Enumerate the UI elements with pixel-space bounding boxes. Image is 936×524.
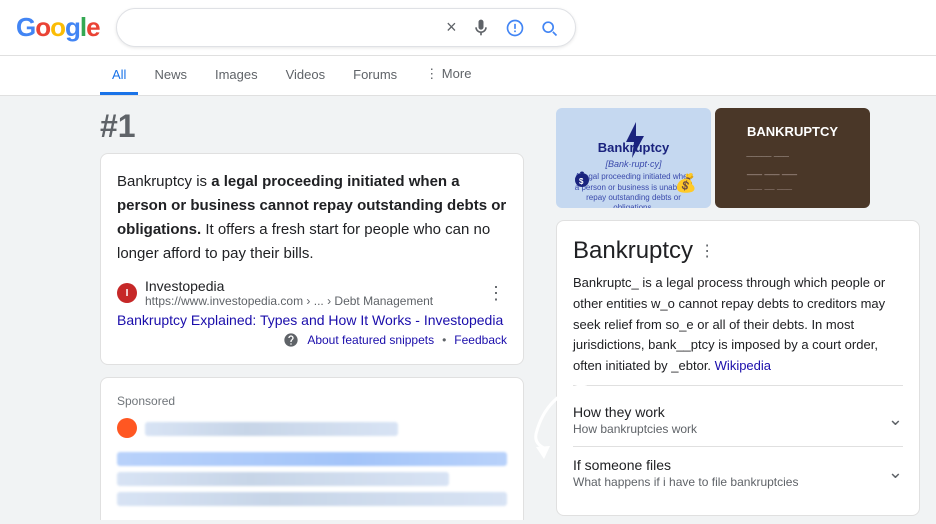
source-url: https://www.investopedia.com › ... › Deb… [145, 294, 433, 308]
nav-tabs: All News Images Videos Forums ⋮ More [0, 56, 936, 96]
kp-faq-item-2[interactable]: If someone files What happens if i have … [573, 447, 903, 499]
kp-more-button[interactable]: ⋮ [699, 241, 715, 261]
kp-title: Bankruptcy [573, 237, 693, 265]
help-icon [283, 332, 299, 348]
kp-faq-2-answer: What happens if i have to file bankruptc… [573, 475, 798, 489]
kp-description: Bankruptc_ is a legal process through wh… [573, 273, 903, 377]
kp-images: $ 💰 Bankruptcy [Bank·rupt·cy] A legal pr… [556, 108, 920, 208]
kp-faq-2-content: If someone files What happens if i have … [573, 457, 798, 489]
wikipedia-link[interactable]: Wikipedia [715, 358, 771, 373]
tab-all[interactable]: All [100, 56, 138, 95]
clear-button[interactable]: × [444, 15, 459, 40]
tab-news[interactable]: News [142, 56, 199, 95]
google-logo: Google [16, 12, 100, 43]
kp-faq-2-question: If someone files [573, 457, 798, 473]
main-layout: #1 Bankruptcy is a legal proceeding init… [0, 96, 936, 520]
kp-divider [573, 385, 903, 386]
kp-image-right-title: BANKRUPTCY [747, 123, 838, 141]
source-name: Investopedia [145, 278, 433, 294]
sponsored-section: Sponsored Sponsored [100, 377, 524, 520]
sponsored-line-1a [145, 422, 398, 436]
header: Google bankrupcy × [0, 0, 936, 56]
money-icon: $ [570, 165, 594, 189]
microphone-icon [471, 18, 491, 38]
right-column: $ 💰 Bankruptcy [Bank·rupt·cy] A legal pr… [540, 96, 936, 520]
source-more-button[interactable]: ⋮ [485, 281, 507, 306]
tab-images[interactable]: Images [203, 56, 270, 95]
snippet-footer: About featured snippets • Feedback [117, 332, 507, 348]
chevron-down-icon-1: ⌄ [888, 409, 903, 430]
kp-faq-item-1[interactable]: How they work How bankruptcies work ⌄ [573, 394, 903, 447]
sponsored-label-1: Sponsored [117, 394, 507, 408]
kp-faq-1-question: How they work [573, 404, 697, 420]
search-icons: × [444, 15, 561, 40]
tab-forums[interactable]: Forums [341, 56, 409, 95]
chevron-down-icon-2: ⌄ [888, 462, 903, 483]
footer-dot: • [442, 333, 446, 347]
tab-videos[interactable]: Videos [274, 56, 338, 95]
sponsored-line-1c [117, 492, 507, 506]
source-row: I Investopedia https://www.investopedia.… [117, 278, 507, 308]
rank-badge: #1 [100, 108, 524, 145]
sponsored-link-1[interactable] [117, 452, 507, 466]
investopedia-favicon: I [117, 283, 137, 303]
svg-text:$: $ [579, 177, 584, 186]
sponsored-item-1: Sponsored [117, 394, 507, 506]
tab-more[interactable]: ⋮ More [413, 56, 483, 95]
search-icon [539, 18, 559, 38]
kp-image-left: $ 💰 Bankruptcy [Bank·rupt·cy] A legal pr… [556, 108, 711, 208]
kp-faq-1-answer: How bankruptcies work [573, 422, 697, 436]
source-info: Investopedia https://www.investopedia.co… [145, 278, 433, 308]
left-column: #1 Bankruptcy is a legal proceeding init… [0, 96, 540, 520]
search-bar: bankrupcy × [116, 8, 576, 47]
search-button[interactable] [537, 16, 561, 40]
featured-snippet: Bankruptcy is a legal proceeding initiat… [100, 153, 524, 365]
kp-faq-1-content: How they work How bankruptcies work [573, 404, 697, 436]
sponsored-favicon-1 [117, 418, 137, 438]
lens-button[interactable] [503, 16, 527, 40]
sponsored-line-1b [117, 472, 449, 486]
lightning-icon [620, 122, 648, 158]
about-snippets-link[interactable]: About featured snippets [307, 333, 434, 347]
voice-search-button[interactable] [469, 16, 493, 40]
kp-image-right: BANKRUPTCY _____ ___ ___ ___ ___ ___ __ … [715, 108, 870, 208]
kp-title-row: Bankruptcy ⋮ [573, 237, 903, 265]
snippet-text-before: Bankruptcy is [117, 173, 211, 190]
source-link[interactable]: Bankruptcy Explained: Types and How It W… [117, 312, 507, 328]
snippet-text: Bankruptcy is a legal proceeding initiat… [117, 170, 507, 266]
knowledge-panel: Bankruptcy ⋮ Bankruptc_ is a legal proce… [556, 220, 920, 516]
search-input[interactable]: bankrupcy [131, 19, 444, 37]
feedback-link[interactable]: Feedback [454, 333, 507, 347]
lens-icon [505, 18, 525, 38]
